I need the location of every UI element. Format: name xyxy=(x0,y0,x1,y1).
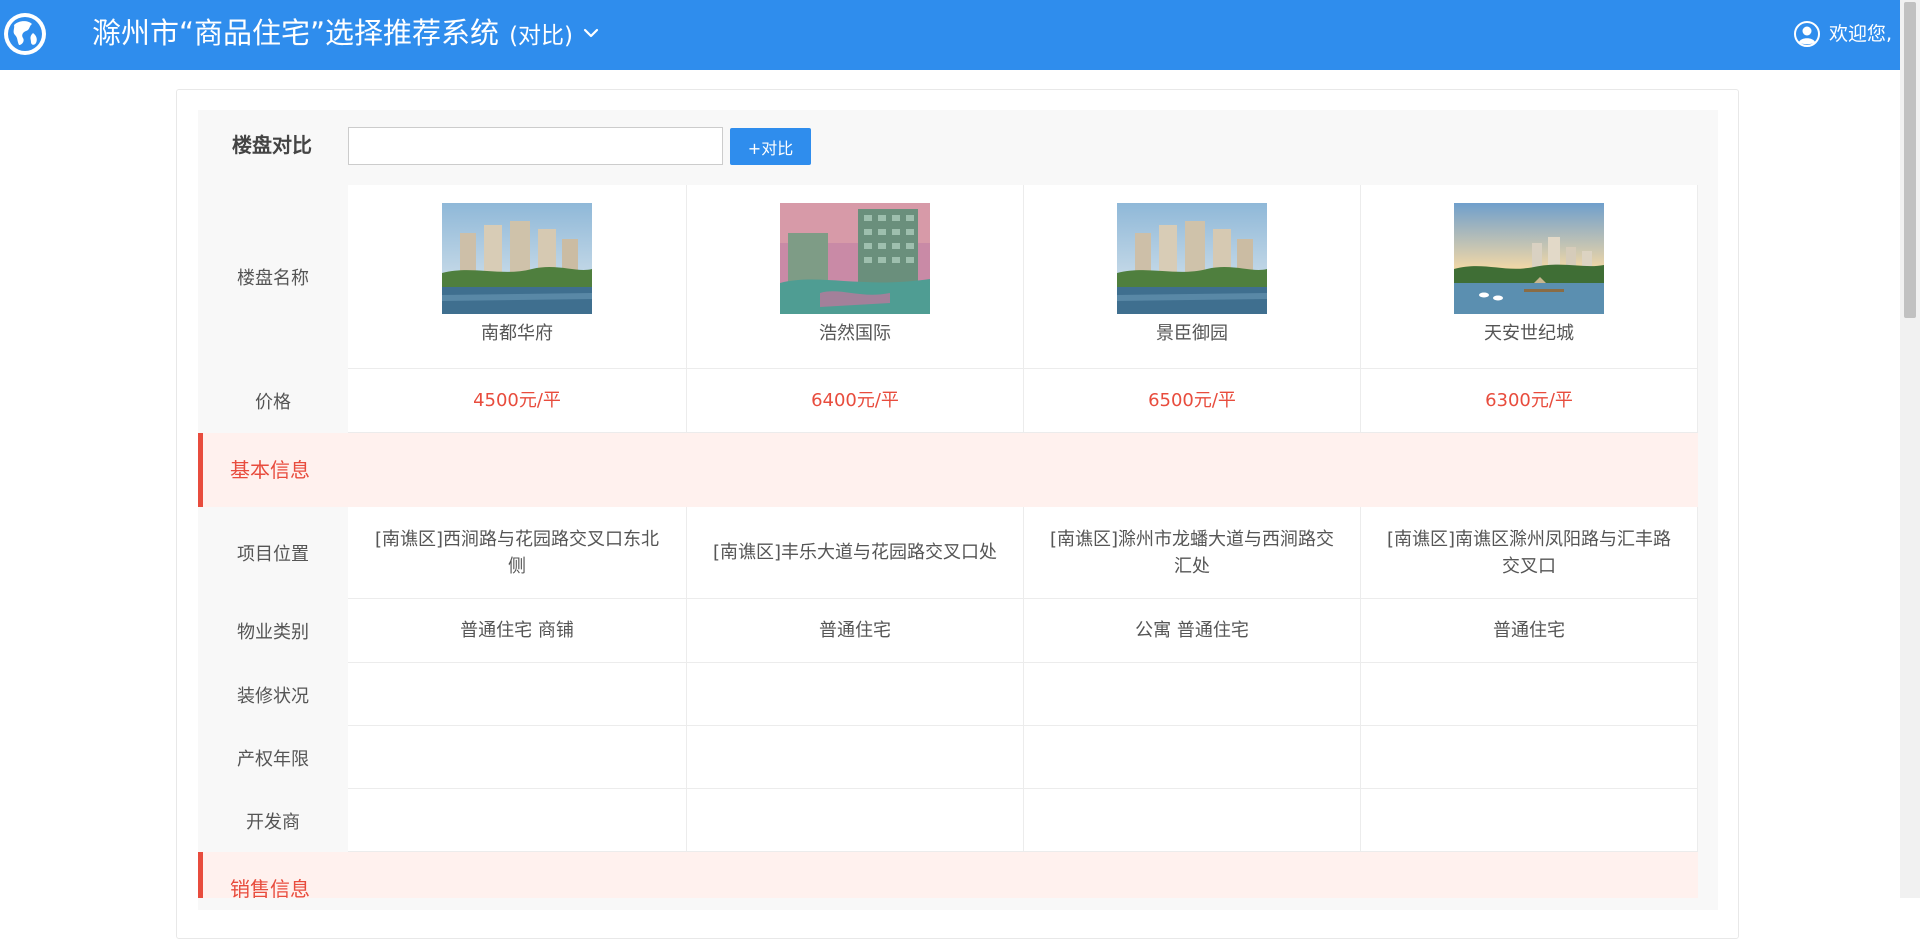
section-sales-info: 销售信息 xyxy=(198,852,1698,901)
row-label-name: 楼盘名称 xyxy=(237,268,309,289)
property-name[interactable]: 南都华府 xyxy=(481,322,553,346)
decoration-value xyxy=(687,663,1024,726)
property-photo-image xyxy=(780,203,930,314)
price-value: 4500元/平 xyxy=(348,369,687,433)
chevron-down-icon[interactable] xyxy=(583,27,599,39)
location-value: [南谯区]丰乐大道与花园路交叉口处 xyxy=(687,507,1024,599)
type-value: 普通住宅 xyxy=(687,599,1024,663)
tenure-value xyxy=(348,726,687,789)
property-photo-image xyxy=(1117,203,1267,314)
decoration-value xyxy=(1361,663,1698,726)
developer-value xyxy=(687,789,1024,852)
property-photo-image xyxy=(1454,203,1604,314)
user-menu[interactable]: 欢迎您, xyxy=(1794,20,1892,48)
row-label-developer: 开发商 xyxy=(246,811,300,833)
property-name[interactable]: 天安世纪城 xyxy=(1484,322,1574,346)
row-label-type: 物业类别 xyxy=(237,622,309,643)
property-photo[interactable] xyxy=(780,203,930,314)
compare-title: 楼盘对比 xyxy=(232,133,312,157)
row-label-location: 项目位置 xyxy=(237,544,309,565)
section-title: 基本信息 xyxy=(230,458,310,482)
compare-search-input[interactable] xyxy=(348,127,723,165)
type-value: 公寓 普通住宅 xyxy=(1024,599,1361,663)
property-card[interactable]: 天安世纪城 xyxy=(1361,185,1698,369)
developer-value xyxy=(348,789,687,852)
price-value: 6500元/平 xyxy=(1024,369,1361,433)
top-navbar: 滁州市“商品住宅”选择推荐系统 (对比) 欢迎您, xyxy=(0,0,1900,70)
price-value: 6400元/平 xyxy=(687,369,1024,433)
property-card[interactable]: 南都华府 xyxy=(348,185,687,369)
row-label-tenure: 产权年限 xyxy=(237,748,309,770)
globe-icon[interactable] xyxy=(2,11,48,57)
row-label-decoration: 装修状况 xyxy=(237,685,309,707)
row-label-price: 价格 xyxy=(255,392,291,413)
decoration-value xyxy=(348,663,687,726)
tenure-value xyxy=(1361,726,1698,789)
property-card[interactable]: 浩然国际 xyxy=(687,185,1024,369)
add-compare-button[interactable]: +对比 xyxy=(730,128,811,165)
scrollbar-thumb[interactable] xyxy=(1904,2,1916,318)
developer-value xyxy=(1361,789,1698,852)
tenure-value xyxy=(687,726,1024,789)
app-title-text: 滁州市“商品住宅”选择推荐系统 xyxy=(92,16,500,50)
app-title: 滁州市“商品住宅”选择推荐系统 (对比) xyxy=(92,14,599,55)
price-value: 6300元/平 xyxy=(1361,369,1698,433)
property-name[interactable]: 浩然国际 xyxy=(819,322,891,346)
location-value: [南谯区]滁州市龙蟠大道与西涧路交汇处 xyxy=(1024,507,1361,599)
type-value: 普通住宅 商铺 xyxy=(348,599,687,663)
welcome-text: 欢迎您, xyxy=(1829,23,1893,45)
property-card[interactable]: 景臣御园 xyxy=(1024,185,1361,369)
tenure-value xyxy=(1024,726,1361,789)
decoration-value xyxy=(1024,663,1361,726)
property-photo-image xyxy=(442,203,592,314)
page-scrollbar[interactable] xyxy=(1900,0,1920,898)
user-icon xyxy=(1794,21,1820,47)
type-value: 普通住宅 xyxy=(1361,599,1698,663)
section-title: 销售信息 xyxy=(230,877,310,901)
property-photo[interactable] xyxy=(1117,203,1267,314)
property-photo[interactable] xyxy=(442,203,592,314)
location-value: [南谯区]南谯区滁州凤阳路与汇丰路交叉口 xyxy=(1361,507,1698,599)
property-name[interactable]: 景臣御园 xyxy=(1156,322,1228,346)
app-subtitle[interactable]: (对比) xyxy=(509,23,573,49)
property-photo[interactable] xyxy=(1454,203,1604,314)
developer-value xyxy=(1024,789,1361,852)
section-basic-info: 基本信息 xyxy=(198,433,1698,507)
location-value: [南谯区]西涧路与花园路交叉口东北侧 xyxy=(348,507,687,599)
